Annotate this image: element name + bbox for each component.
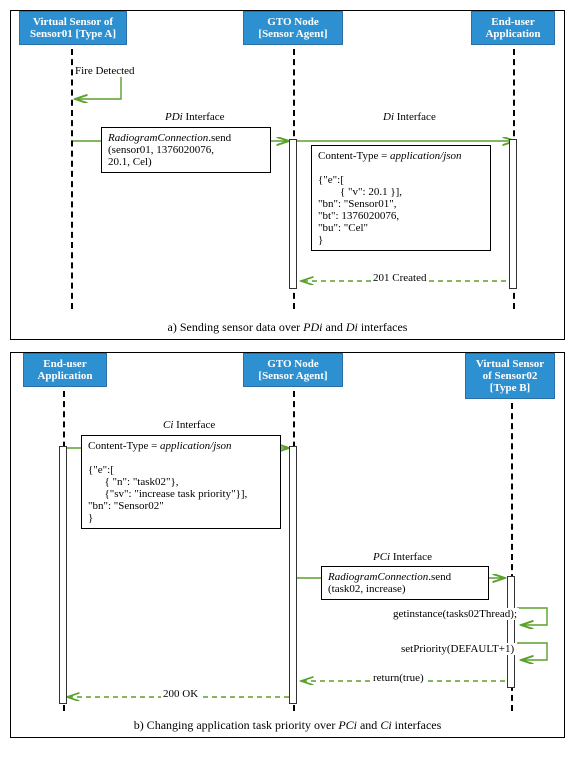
actor-vs-b-l3: [Type B]	[490, 382, 530, 394]
ok200-label: 200 OK	[161, 688, 200, 700]
actor-gto-b-l1: GTO Node	[267, 358, 318, 370]
pdi-l1p2: .send	[208, 132, 231, 144]
activation-eu-a	[509, 139, 517, 289]
ci-message-box: Content-Type = application/json {"e":[ {…	[81, 435, 281, 529]
ci-interface-label: Ci InterfaceCi Interface	[161, 419, 217, 431]
ci-j3: {"sv": "increase task priority"}],	[88, 488, 247, 500]
actor-virtual-sensor-a: Virtual Sensor of Sensor01 [Type A]	[19, 11, 127, 45]
di-j3: "bn": "Sensor01",	[318, 198, 396, 210]
actor-gto-a: GTO Node [Sensor Agent]	[243, 11, 343, 45]
actor-enduser-b: End-user Application	[23, 353, 107, 387]
activation-eu-b	[59, 446, 67, 704]
ci-ct1: Content-Type =	[88, 440, 160, 452]
di-j2: { "v": 20.1 }],	[318, 186, 402, 198]
di-ct2: application/json	[390, 150, 462, 162]
caption-b: b) Changing application task priority ov…	[11, 718, 564, 733]
actor-eu-b-l2: Application	[37, 370, 92, 382]
actor-eu-l2: Application	[485, 28, 540, 40]
caption-a: a) Sending sensor data over PDi and Di i…	[11, 320, 564, 335]
activation-gto-b	[289, 446, 297, 704]
created-label: 201 Created	[371, 272, 428, 284]
activation-vs-b	[507, 576, 515, 688]
lifeline-vs-a	[71, 49, 73, 309]
ci-j2: { "n": "task02"},	[88, 476, 179, 488]
panel-a: Virtual Sensor of Sensor01 [Type A] GTO …	[10, 10, 565, 340]
actor-gto-l2: [Sensor Agent]	[258, 28, 327, 40]
di-message-box: Content-Type = application/json {"e":[ {…	[311, 145, 491, 251]
pci-l1p1: RadiogramConnection	[328, 571, 428, 583]
pdi-interface-label: PDi PDi InterfaceInterface	[163, 111, 227, 123]
di-j1: {"e":[	[318, 174, 344, 186]
pdi-message-box: RadiogramConnection.send (sensor01, 1376…	[101, 127, 271, 173]
ci-j1: {"e":[	[88, 464, 114, 476]
fire-detected-label: Fire Detected	[73, 65, 137, 77]
pci-interface-label: PCi InterfacePCi Interface	[371, 551, 434, 563]
pci-l2: (task02, increase)	[328, 583, 406, 595]
actor-virtual-sensor-b: Virtual Sensor of Sensor02 [Type B]	[465, 353, 555, 399]
di-j6: }	[318, 234, 323, 246]
actor-vs-l2: Sensor01 [Type A]	[30, 28, 116, 40]
actor-gto-l1: GTO Node	[267, 16, 318, 28]
actor-eu-l1: End-user	[491, 16, 534, 28]
ci-ct2: application/json	[160, 440, 232, 452]
activation-gto-a	[289, 139, 297, 289]
actor-vs-b-l1: Virtual Sensor	[476, 358, 544, 370]
actor-enduser-a: End-user Application	[471, 11, 555, 45]
ci-j5: }	[88, 512, 93, 524]
return-true-label: return(true)	[371, 672, 426, 684]
pdi-l1p1: RadiogramConnection	[108, 132, 208, 144]
pci-l1p2: .send	[428, 571, 451, 583]
actor-eu-b-l1: End-user	[43, 358, 86, 370]
setpriority-label: setPriority(DEFAULT+1)	[399, 643, 516, 655]
getinstance-label: getinstance(tasks02Thread);	[391, 608, 519, 620]
di-j4: "bt": 1376020076,	[318, 210, 399, 222]
panel-b: End-user Application GTO Node [Sensor Ag…	[10, 352, 565, 738]
ci-j4: "bn": "Sensor02"	[88, 500, 164, 512]
actor-vs-l1: Virtual Sensor of	[33, 16, 113, 28]
di-interface-label: Di InterfaceDi Interface	[381, 111, 438, 123]
actor-gto-b: GTO Node [Sensor Agent]	[243, 353, 343, 387]
pci-message-box: RadiogramConnection.send (task02, increa…	[321, 566, 489, 600]
di-j5: "bu": "Cel"	[318, 222, 368, 234]
actor-vs-b-l2: of Sensor02	[483, 370, 538, 382]
pdi-l3: 20.1, Cel)	[108, 156, 152, 168]
pdi-l2: (sensor01, 1376020076,	[108, 144, 214, 156]
actor-gto-b-l2: [Sensor Agent]	[258, 370, 327, 382]
di-ct1: Content-Type =	[318, 150, 390, 162]
